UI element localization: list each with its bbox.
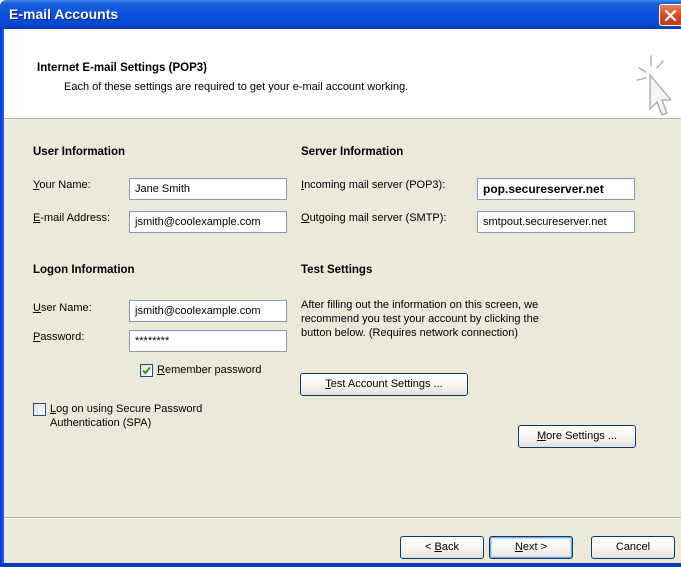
- remember-password-label-key: R: [157, 364, 165, 376]
- user-name-label-key: U: [33, 302, 41, 314]
- spa-checkbox[interactable]: [33, 403, 46, 416]
- outgoing-server-label: Outgoing mail server (SMTP):: [301, 212, 447, 224]
- back-button-label: ack: [441, 541, 459, 553]
- footer-divider: [4, 518, 681, 519]
- spa-label-text: og on using Secure Password: [56, 403, 203, 415]
- password-field[interactable]: ********: [129, 330, 287, 352]
- user-name-label: User Name:: [33, 302, 92, 314]
- check-icon: [142, 366, 151, 375]
- spa-label-line2[interactable]: Authentication (SPA): [50, 417, 151, 429]
- page-subtitle: Each of these settings are required to g…: [64, 81, 409, 93]
- email-address-label: E-mail Address:: [33, 212, 110, 224]
- back-button-arrow: <: [425, 541, 435, 553]
- more-settings-key: M: [536, 430, 547, 442]
- incoming-server-label: Incoming mail server (POP3):: [301, 179, 445, 191]
- logon-information-heading: Logon Information: [33, 264, 135, 276]
- password-label-text: assword:: [40, 331, 85, 343]
- page-title: Internet E-mail Settings (POP3): [37, 62, 207, 74]
- password-label: Password:: [33, 331, 84, 343]
- remember-password-label-text: emember password: [164, 364, 262, 376]
- server-information-heading: Server Information: [301, 146, 404, 158]
- your-name-field[interactable]: Jane Smith: [129, 178, 287, 200]
- next-button-label: ext >: [522, 541, 548, 553]
- user-name-field[interactable]: jsmith@coolexample.com: [129, 300, 287, 322]
- window-title: E-mail Accounts: [9, 6, 119, 22]
- incoming-server-label-text: ncoming mail server (POP3):: [304, 179, 446, 191]
- user-name-label-text: ser Name:: [40, 302, 92, 314]
- remember-password-checkbox[interactable]: [140, 364, 153, 377]
- test-settings-line-3: button below. (Requires network connecti…: [301, 327, 519, 339]
- email-address-field[interactable]: jsmith@coolexample.com: [129, 211, 287, 233]
- wizard-header: Internet E-mail Settings (POP3) Each of …: [4, 29, 681, 119]
- user-information-heading: User Information: [33, 146, 126, 158]
- cancel-button[interactable]: Cancel: [591, 536, 675, 559]
- test-settings-line-2: recommend you test your account by click…: [301, 313, 539, 325]
- test-settings-heading: Test Settings: [301, 264, 373, 276]
- next-button-key: N: [514, 541, 523, 553]
- next-button[interactable]: Next >: [489, 536, 573, 559]
- wizard-footer: [4, 517, 681, 563]
- more-settings-label: ore Settings ...: [546, 430, 618, 442]
- title-bar[interactable]: E-mail Accounts: [0, 0, 681, 29]
- outgoing-server-field[interactable]: smtpout.secureserver.net: [477, 211, 635, 233]
- your-name-label: Your Name:: [33, 179, 91, 191]
- email-accounts-dialog: E-mail Accounts Internet E-mail Settings…: [0, 0, 681, 567]
- incoming-server-field[interactable]: pop.secureserver.net: [477, 178, 635, 200]
- close-icon: [664, 9, 677, 22]
- close-button[interactable]: [659, 4, 681, 26]
- your-name-label-text: our Name:: [39, 179, 91, 191]
- back-button-key: B: [434, 541, 442, 553]
- cursor-sparkle-icon: [636, 55, 671, 116]
- test-settings-line-1: After filling out the information on thi…: [301, 299, 539, 311]
- outgoing-server-label-key: O: [301, 212, 310, 224]
- spa-label-line1[interactable]: Log on using Secure Password: [50, 403, 202, 415]
- more-settings-button[interactable]: More Settings ...: [518, 425, 636, 448]
- test-account-settings-label: est Account Settings ...: [330, 378, 443, 390]
- test-account-settings-button[interactable]: Test Account Settings ...: [300, 373, 468, 396]
- remember-password-label[interactable]: Remember password: [157, 364, 262, 376]
- outgoing-server-label-text: utgoing mail server (SMTP):: [309, 212, 447, 224]
- window-frame-bottom: [0, 563, 681, 567]
- email-address-label-text: -mail Address:: [40, 212, 111, 224]
- back-button[interactable]: < Back: [400, 536, 484, 559]
